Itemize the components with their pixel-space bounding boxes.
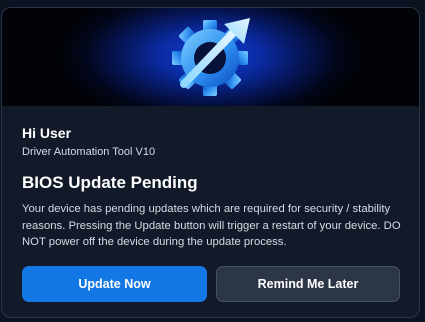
update-dialog: Hi User Driver Automation Tool V10 BIOS … — [1, 7, 420, 318]
gear-with-arrow-icon — [172, 18, 250, 96]
dialog-message: Your device has pending updates which ar… — [22, 203, 401, 248]
remind-me-later-button[interactable]: Remind Me Later — [216, 266, 400, 302]
greeting: Hi User — [22, 125, 72, 141]
banner-image — [2, 8, 419, 106]
dialog-title: BIOS Update Pending — [22, 173, 198, 192]
app-name: Driver Automation Tool V10 — [22, 146, 156, 158]
update-now-button[interactable]: Update Now — [22, 266, 207, 302]
remind-me-later-label: Remind Me Later — [257, 277, 359, 291]
update-now-label: Update Now — [78, 277, 151, 291]
